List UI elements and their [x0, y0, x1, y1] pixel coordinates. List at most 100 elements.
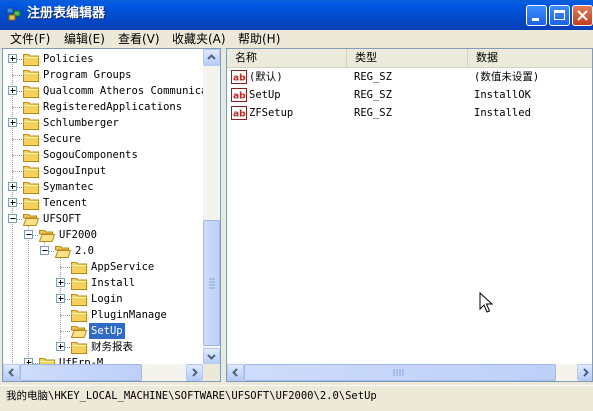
tree-item[interactable]: Symantec — [3, 179, 203, 195]
expand-toggle[interactable] — [8, 54, 17, 63]
tree-guide-line — [12, 171, 22, 173]
tree-item[interactable]: Policies — [3, 51, 203, 67]
column-name-header[interactable]: 名称 — [227, 49, 347, 67]
list-hscroll-thumb[interactable] — [244, 364, 556, 381]
tree-item-label: Program Groups — [43, 69, 132, 81]
expand-toggle[interactable] — [8, 118, 17, 127]
tree-horizontal-scrollbar[interactable] — [3, 364, 203, 381]
arrow-up-icon — [207, 54, 216, 60]
folder-icon — [23, 68, 39, 82]
mouse-cursor-icon — [479, 292, 493, 313]
tree-item[interactable]: SogouComponents — [3, 147, 203, 163]
menu-edit[interactable]: 编辑(E) — [64, 31, 105, 47]
tree-vertical-scrollbar[interactable] — [203, 49, 220, 365]
close-icon — [577, 10, 588, 21]
tree-item[interactable]: SetUp — [3, 323, 203, 339]
menu-help[interactable]: 帮助(H) — [238, 31, 280, 47]
menu-bar: 文件(F) 编辑(E) 查看(V) 收藏夹(A) 帮助(H) — [0, 30, 593, 49]
tree-item[interactable]: Schlumberger — [3, 115, 203, 131]
menu-favorites[interactable]: 收藏夹(A) — [172, 31, 226, 47]
tree-item[interactable]: Login — [3, 291, 203, 307]
menu-file[interactable]: 文件(F) — [10, 31, 50, 47]
registry-tree[interactable]: Policies Program Groups Qualcomm Atheros C… — [2, 48, 221, 382]
tree-item-label: SetUp — [89, 323, 125, 339]
tree-item-label: Secure — [43, 133, 81, 145]
folder-icon — [23, 84, 39, 98]
minus-icon — [10, 218, 16, 219]
status-bar: 我的电脑\HKEY_LOCAL_MACHINE\SOFTWARE\UFSOFT\… — [0, 385, 593, 406]
tree-item[interactable]: SogouInput — [3, 163, 203, 179]
value-row[interactable]: ab SetUp REG_SZ InstallOK — [227, 87, 592, 103]
collapse-toggle[interactable] — [40, 246, 49, 255]
tree-guide-line — [12, 107, 22, 109]
title-bar[interactable]: 注册表编辑器 — [0, 0, 593, 30]
value-row[interactable]: ab ZFSetup REG_SZ Installed — [227, 105, 592, 121]
expand-toggle[interactable] — [8, 86, 17, 95]
tree-hscroll-thumb[interactable] — [20, 364, 142, 381]
minimize-button[interactable] — [526, 5, 547, 26]
column-data-header[interactable]: 数据 — [468, 49, 592, 67]
expand-toggle[interactable] — [56, 278, 65, 287]
expand-toggle[interactable] — [8, 198, 17, 207]
tree-item[interactable]: RegisteredApplications — [3, 99, 203, 115]
plus-icon — [10, 56, 16, 61]
value-data: Installed — [474, 107, 531, 119]
list-scroll-right-button[interactable] — [577, 364, 592, 381]
tree-item-label: Policies — [43, 53, 94, 65]
string-value-icon: ab — [231, 70, 247, 84]
tree-item-label: 2.0 — [75, 245, 94, 257]
tree-scroll-thumb[interactable] — [203, 220, 220, 346]
folder-icon — [71, 260, 87, 274]
minimize-icon — [532, 18, 539, 21]
tree-item-label: Symantec — [43, 181, 94, 193]
list-horizontal-scrollbar[interactable] — [227, 364, 592, 381]
tree-scroll-right-button[interactable] — [186, 364, 203, 381]
tree-item[interactable]: 财务报表 — [3, 339, 203, 355]
tree-item[interactable]: Qualcomm Atheros Communicat — [3, 83, 214, 99]
column-type-header[interactable]: 类型 — [347, 49, 468, 67]
tree-item[interactable]: Secure — [3, 131, 203, 147]
arrow-right-icon — [583, 368, 589, 377]
expand-toggle[interactable] — [8, 182, 17, 191]
tree-guide-line — [60, 267, 70, 269]
menu-view[interactable]: 查看(V) — [118, 31, 160, 47]
tree-item[interactable]: AppService — [3, 259, 203, 275]
folder-icon — [71, 276, 87, 290]
folder-icon — [23, 180, 39, 194]
tree-item-label: RegisteredApplications — [43, 101, 183, 113]
tree-scroll-left-button[interactable] — [3, 364, 20, 381]
close-button[interactable] — [572, 5, 593, 26]
tree-scroll-up-button[interactable] — [203, 49, 220, 66]
expand-toggle[interactable] — [56, 342, 65, 351]
values-list[interactable]: 名称 类型 数据 ab (默认) REG_SZ (数值未设置) ab SetUp… — [226, 48, 593, 382]
grip-icon — [209, 278, 215, 289]
arrow-left-icon — [232, 368, 238, 377]
tree-item[interactable]: Tencent — [3, 195, 203, 211]
tree-guide-line — [12, 139, 22, 141]
plus-icon — [10, 200, 16, 205]
list-scroll-left-button[interactable] — [227, 364, 244, 381]
tree-item-label: PluginManage — [91, 309, 167, 321]
collapse-toggle[interactable] — [24, 230, 33, 239]
tree-scroll-down-button[interactable] — [203, 348, 220, 365]
folder-icon — [71, 292, 87, 306]
tree-item[interactable]: UFSOFT — [3, 211, 203, 227]
string-value-icon: ab — [231, 88, 247, 102]
value-data: (数值未设置) — [474, 71, 540, 83]
tree-item[interactable]: UF2000 — [3, 227, 203, 243]
string-value-icon: ab — [231, 106, 247, 120]
value-data: InstallOK — [474, 89, 531, 101]
tree-item[interactable]: Install — [3, 275, 203, 291]
plus-icon — [10, 120, 16, 125]
value-row[interactable]: ab (默认) REG_SZ (数值未设置) — [227, 69, 592, 85]
tree-guide-line — [12, 75, 22, 77]
expand-toggle[interactable] — [56, 294, 65, 303]
maximize-button[interactable] — [549, 5, 570, 26]
tree-item[interactable]: PluginManage — [3, 307, 203, 323]
collapse-toggle[interactable] — [8, 214, 17, 223]
folder-icon — [71, 308, 87, 322]
status-path: 我的电脑\HKEY_LOCAL_MACHINE\SOFTWARE\UFSOFT\… — [6, 390, 377, 402]
tree-item[interactable]: Program Groups — [3, 67, 203, 83]
tree-item-label: Qualcomm Atheros Communicat — [43, 85, 214, 97]
tree-item[interactable]: 2.0 — [3, 243, 203, 259]
